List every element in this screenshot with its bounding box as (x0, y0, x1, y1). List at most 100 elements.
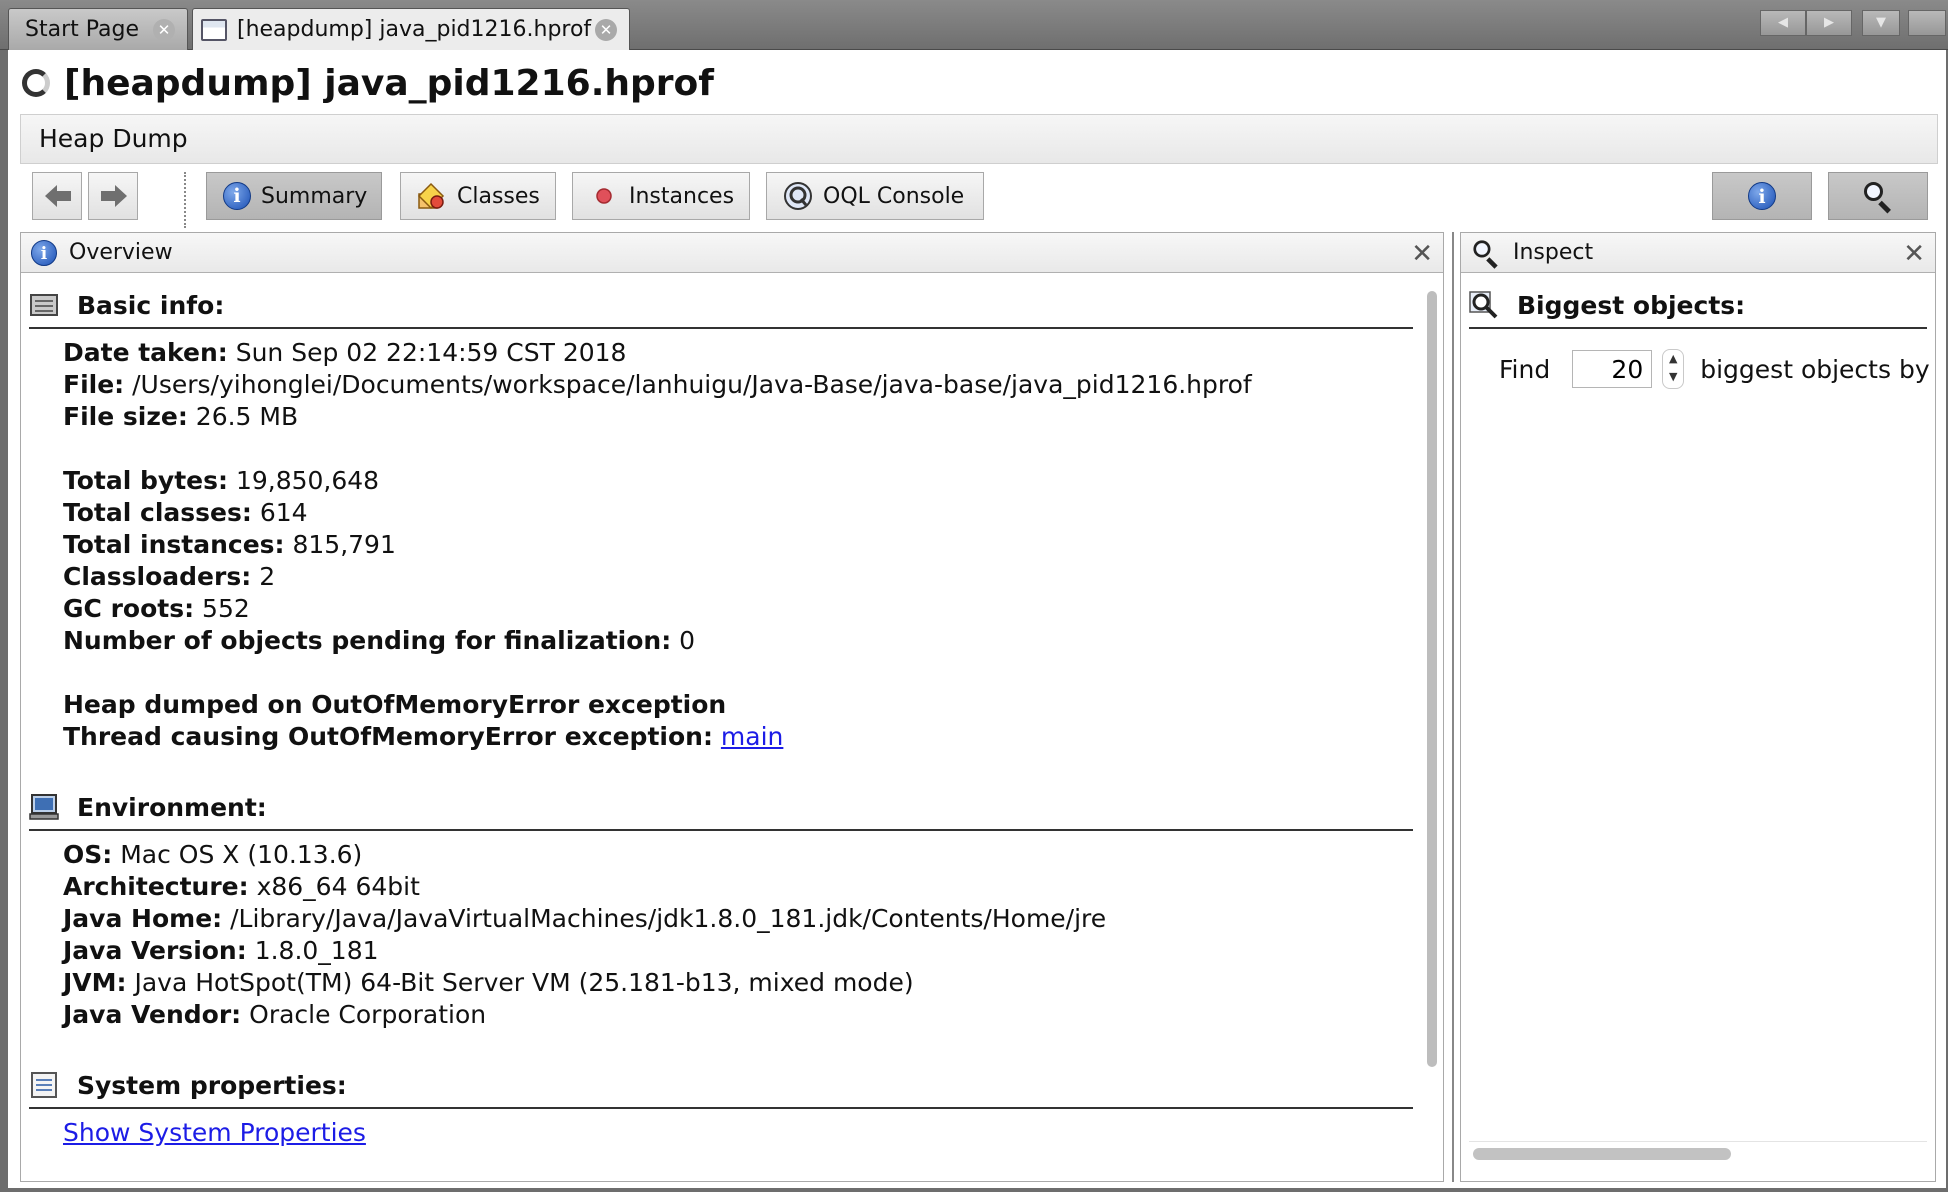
os-row: OS: Mac OS X (10.13.6) (63, 840, 363, 869)
overview-scrollbar[interactable] (1423, 285, 1441, 1179)
section-divider (29, 1107, 1413, 1109)
total-bytes-row: Total bytes: 19,850,648 (63, 466, 380, 495)
overview-panel: i Overview ✕ Basic info: Date taken: Sun… (20, 232, 1444, 1182)
memory-chip-icon (30, 294, 58, 316)
frame-left-edge (0, 50, 8, 1192)
info-icon: i (1748, 182, 1776, 210)
oom-row: Heap dumped on OutOfMemoryError exceptio… (63, 690, 727, 719)
classloaders-row: Classloaders: 2 (63, 562, 276, 591)
close-icon[interactable]: ✕ (595, 19, 617, 41)
tab-label: Start Page (25, 17, 139, 42)
arrow-right-icon (101, 185, 127, 207)
restore-window-button[interactable] (1908, 10, 1946, 36)
oom-thread-row: Thread causing OutOfMemoryError exceptio… (63, 722, 784, 751)
toolbar-separator (184, 172, 186, 228)
tab-label: [heapdump] java_pid1216.hprof (237, 17, 592, 42)
gc-roots-row: GC roots: 552 (63, 594, 250, 623)
show-info-button[interactable]: i (1712, 172, 1812, 220)
file-size-row: File size: 26.5 MB (63, 402, 299, 431)
file-row: File: /Users/yihonglei/Documents/workspa… (63, 370, 1252, 399)
instances-button[interactable]: Instances (572, 172, 750, 220)
scroll-left-icon[interactable]: ◀ (1760, 10, 1806, 36)
tab-bar: Start Page ✕ [heapdump] java_pid1216.hpr… (0, 0, 1948, 50)
heap-dump-header: Heap Dump (20, 114, 1938, 164)
close-icon[interactable]: ✕ (1903, 239, 1925, 269)
page-title-text: [heapdump] java_pid1216.hprof (64, 62, 714, 104)
show-system-properties-link[interactable]: Show System Properties (63, 1118, 366, 1147)
frame-bottom-edge (0, 1188, 1948, 1192)
date-taken-row: Date taken: Sun Sep 02 22:14:59 CST 2018 (63, 338, 627, 367)
oql-console-button[interactable]: OQL Console (766, 172, 984, 220)
page-title: [heapdump] java_pid1216.hprof (22, 60, 714, 106)
classes-button[interactable]: Classes (400, 172, 556, 220)
inspect-title: Inspect (1513, 240, 1594, 265)
basic-info-list: Date taken: Sun Sep 02 22:14:59 CST 2018… (63, 337, 1252, 753)
environment-header: Environment: (29, 787, 1413, 827)
overview-title: Overview (69, 240, 173, 265)
inspect-panel: Inspect ✕ Biggest objects: Find ▲▼ bigge… (1460, 232, 1936, 1182)
panel-splitter[interactable] (1452, 232, 1454, 1182)
info-icon: i (223, 182, 251, 210)
find-objects-icon (1469, 291, 1498, 319)
back-button[interactable] (32, 172, 82, 220)
instances-label: Instances (629, 183, 735, 209)
section-divider (29, 829, 1413, 831)
inspect-hscrollbar[interactable] (1469, 1141, 1927, 1163)
scrollbar-thumb[interactable] (1473, 1148, 1731, 1160)
inspect-header: Inspect ✕ (1461, 233, 1935, 273)
forward-button[interactable] (88, 172, 138, 220)
instance-dot-icon (595, 187, 613, 205)
jvm-row: JVM: Java HotSpot(TM) 64-Bit Server VM (… (63, 968, 914, 997)
loading-spinner-icon (22, 69, 50, 97)
section-divider (29, 327, 1413, 329)
tab-scroll-controls: ◀ ▶ (1760, 10, 1852, 36)
oql-icon (783, 181, 813, 211)
java-version-row: Java Version: 1.8.0_181 (63, 936, 379, 965)
summary-label: Summary (261, 183, 368, 209)
classes-icon (417, 182, 447, 210)
basic-info-heading: Basic info: (77, 290, 225, 320)
summary-button[interactable]: i Summary (206, 172, 382, 220)
pending-finalization-row: Number of objects pending for finalizati… (63, 626, 696, 655)
biggest-objects-header: Biggest objects: (1469, 285, 1927, 325)
properties-list-icon (31, 1072, 57, 1098)
search-icon (1473, 239, 1500, 269)
system-properties-header: System properties: (29, 1065, 1413, 1105)
thread-main-link[interactable]: main (721, 722, 783, 751)
find-suffix: biggest objects by (1700, 354, 1930, 384)
toolbar: i Summary Classes Instances OQL Console (20, 168, 1938, 228)
tab-list-control: ▼ (1862, 10, 1900, 36)
system-properties-heading: System properties: (77, 1070, 347, 1100)
tab-heapdump[interactable]: [heapdump] java_pid1216.hprof ✕ (192, 8, 630, 50)
total-classes-row: Total classes: 614 (63, 498, 308, 527)
scroll-right-icon[interactable]: ▶ (1806, 10, 1852, 36)
close-icon[interactable]: ✕ (153, 19, 175, 41)
section-divider (1469, 327, 1927, 329)
classes-label: Classes (457, 183, 540, 209)
computer-icon (29, 794, 59, 820)
document-icon (201, 18, 227, 41)
window-control (1908, 10, 1946, 36)
biggest-count-input[interactable] (1572, 350, 1653, 388)
chevron-down-icon[interactable]: ▼ (1862, 10, 1900, 36)
basic-info-header: Basic info: (29, 285, 1413, 325)
find-label: Find (1499, 354, 1551, 384)
tab-start-page[interactable]: Start Page ✕ (8, 8, 188, 50)
java-home-row: Java Home: /Library/Java/JavaVirtualMach… (63, 904, 1107, 933)
arrow-left-icon (45, 185, 71, 207)
architecture-row: Architecture: x86_64 64bit (63, 872, 420, 901)
count-stepper[interactable]: ▲ ▼ (1662, 349, 1685, 389)
environment-list: OS: Mac OS X (10.13.6) Architecture: x86… (63, 839, 1106, 1031)
overview-header: i Overview ✕ (21, 233, 1443, 273)
close-icon[interactable]: ✕ (1411, 239, 1433, 269)
java-vendor-row: Java Vendor: Oracle Corporation (63, 1000, 487, 1029)
scrollbar-thumb[interactable] (1427, 291, 1437, 1067)
show-inspect-button[interactable] (1828, 172, 1928, 220)
environment-heading: Environment: (77, 792, 267, 822)
biggest-objects-heading: Biggest objects: (1517, 290, 1746, 320)
total-instances-row: Total instances: 815,791 (63, 530, 396, 559)
info-icon: i (31, 239, 57, 266)
system-properties-body: Show System Properties (63, 1117, 366, 1149)
find-biggest-row: Find ▲▼ biggest objects by (1499, 349, 1930, 389)
oql-label: OQL Console (823, 183, 965, 209)
